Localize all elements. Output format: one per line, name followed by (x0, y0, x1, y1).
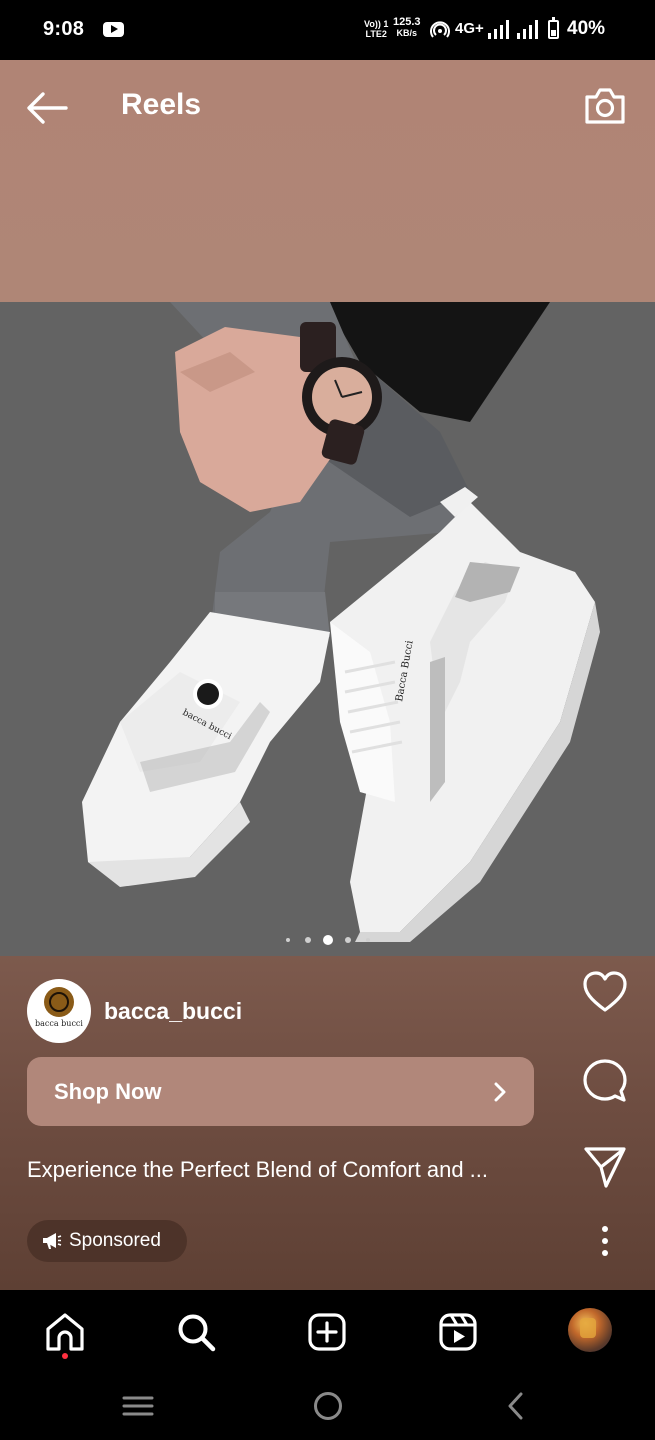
post-username[interactable]: bacca_bucci (104, 998, 242, 1025)
home-icon[interactable] (45, 1312, 85, 1352)
recents-icon[interactable] (122, 1395, 154, 1417)
back-chevron-icon[interactable] (505, 1391, 525, 1421)
brand-logo-icon (44, 987, 74, 1017)
carousel-dot (286, 938, 290, 942)
brand-avatar[interactable]: bacca bucci (27, 979, 91, 1043)
sneaker-photo: bacca bucci Bacca Bucci (0, 302, 655, 956)
status-time: 9:08 (43, 18, 85, 40)
volte-indicator: Vo)) 1 LTE2 (364, 19, 388, 39)
status-bar: 9:08 Vo)) 1 LTE2 125.3 KB/s 4G+ 40% (0, 0, 655, 60)
battery-percent: 40% (567, 18, 606, 39)
system-navigation (0, 1370, 655, 1440)
create-icon[interactable] (307, 1312, 347, 1352)
reels-icon[interactable] (438, 1312, 478, 1352)
network-speed: 125.3 KB/s (393, 17, 421, 39)
notification-dot (62, 1353, 68, 1359)
heart-icon[interactable] (582, 970, 628, 1016)
brand-logo-text: bacca bucci (35, 1019, 83, 1028)
carousel-dot (366, 938, 370, 942)
sponsored-badge: Sponsored (27, 1220, 187, 1262)
hotspot-icon (430, 21, 450, 38)
bottom-navigation (0, 1290, 655, 1370)
comment-icon[interactable] (582, 1057, 628, 1103)
camera-icon[interactable] (583, 86, 627, 126)
network-type: 4G+ (455, 20, 484, 37)
network-speed-value: 125.3 (393, 16, 421, 28)
megaphone-icon (43, 1233, 62, 1249)
carousel-dot (305, 937, 311, 943)
network-speed-unit: KB/s (396, 28, 418, 38)
battery-icon (548, 17, 559, 39)
post-caption[interactable]: Experience the Perfect Blend of Comfort … (27, 1157, 488, 1183)
youtube-notification-icon (103, 22, 124, 37)
more-icon[interactable] (595, 1224, 615, 1258)
carousel-dot (345, 937, 351, 943)
signal-icon (488, 20, 509, 39)
post-media[interactable]: bacca bucci Bacca Bucci (0, 302, 655, 956)
volte-line-2: LTE2 (365, 29, 387, 39)
sponsored-label: Sponsored (69, 1230, 161, 1251)
carousel-indicator (283, 934, 373, 946)
carousel-dot-active (323, 935, 333, 945)
reels-header (0, 60, 655, 302)
search-icon[interactable] (176, 1312, 216, 1352)
shop-now-button[interactable]: Shop Now (27, 1057, 534, 1126)
shop-now-label: Shop Now (54, 1079, 162, 1104)
share-icon[interactable] (582, 1144, 628, 1190)
page-title: Reels (121, 88, 202, 121)
home-circle-icon[interactable] (313, 1391, 343, 1421)
profile-avatar[interactable] (568, 1308, 612, 1352)
arrow-left-icon[interactable] (26, 90, 68, 126)
signal-icon-2 (517, 20, 538, 39)
chevron-right-icon (494, 1082, 506, 1102)
volte-line-1: Vo)) 1 (364, 19, 389, 29)
